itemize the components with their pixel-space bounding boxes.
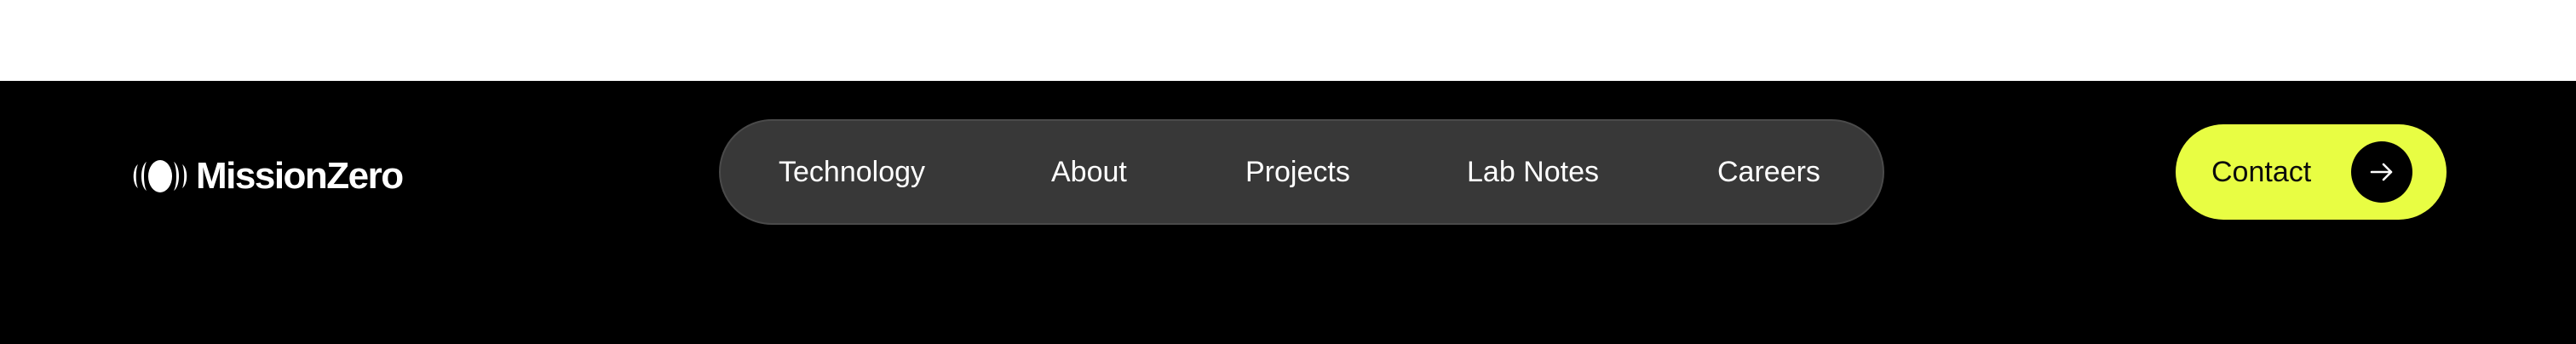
- arrow-right-icon: [2351, 141, 2412, 203]
- nav-item-about[interactable]: About: [1051, 121, 1127, 223]
- nav-item-careers[interactable]: Careers: [1717, 121, 1820, 223]
- main-nav: Technology About Projects Lab Notes Care…: [719, 119, 1884, 225]
- site-header: MissionZero Technology About Projects La…: [0, 81, 2576, 344]
- nav-item-technology[interactable]: Technology: [779, 121, 925, 223]
- contact-button-label: Contact: [2211, 156, 2312, 188]
- mission-zero-mark-icon: [133, 160, 187, 192]
- nav-item-projects[interactable]: Projects: [1245, 121, 1350, 223]
- top-white-band: [0, 0, 2576, 81]
- nav-item-lab-notes[interactable]: Lab Notes: [1467, 121, 1599, 223]
- brand-logo-link[interactable]: MissionZero: [129, 152, 404, 200]
- brand-name: MissionZero: [196, 155, 404, 197]
- contact-button[interactable]: Contact: [2176, 124, 2447, 220]
